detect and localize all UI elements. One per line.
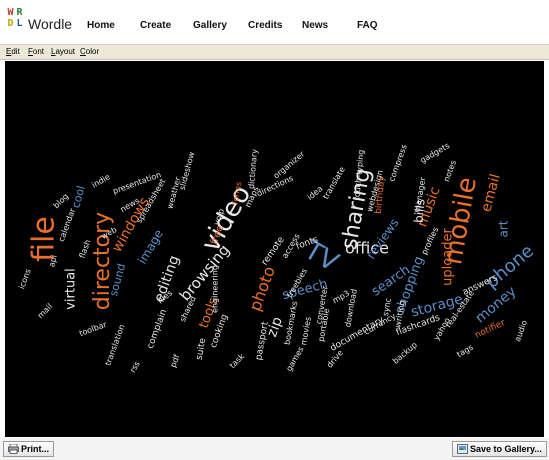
nav-credits-link[interactable]: Credits [248, 20, 282, 31]
cloud-word: idea [306, 184, 325, 202]
cloud-word: gadgets [419, 141, 452, 165]
cloud-word: profiles [420, 226, 441, 256]
cloud-word: compress [387, 143, 409, 182]
word-cloud-canvas[interactable]: file directory video sharing mobile phone offi… [5, 61, 544, 437]
cloud-word: blog [52, 192, 71, 211]
cloud-word: uploader [441, 228, 456, 286]
cloud-word: tags [455, 343, 474, 359]
cloud-word: games [284, 345, 305, 373]
cloud-word: suite [195, 337, 209, 361]
cloud-word: engineering [211, 265, 220, 313]
nav-create-link[interactable]: Create [140, 20, 171, 31]
cloud-word: passport [254, 321, 271, 362]
applet-menu-bar: Edit Font Layout Color [0, 44, 549, 60]
menu-layout-label: ayout [55, 47, 76, 56]
cloud-word: movies [299, 316, 313, 346]
menu-font-label: ont [32, 47, 45, 56]
printer-icon [8, 443, 19, 454]
menu-edit[interactable]: Edit [6, 47, 20, 56]
cloud-word: art [497, 220, 511, 237]
brand-name[interactable]: Wordle [28, 16, 72, 32]
save-to-gallery-button[interactable]: Save to Gallery... [452, 441, 547, 457]
cloud-word: browsing [176, 241, 233, 305]
cloud-word: bookmarks [283, 300, 300, 345]
word-cloud: file directory video sharing mobilephoneoffi… [17, 141, 538, 375]
nav-gallery-link[interactable]: Gallery [193, 20, 227, 31]
cloud-word: pdf [169, 353, 182, 368]
save-to-gallery-label: Save to Gallery... [470, 444, 542, 454]
cloud-word: rss [128, 360, 142, 375]
menu-font[interactable]: Font [28, 47, 44, 56]
menu-layout[interactable]: Layout [51, 47, 75, 56]
print-button[interactable]: Print... [3, 441, 55, 457]
logo-letter-r: R [16, 7, 23, 18]
top-navigation-bar: WR DL Wordle Home Create Gallery Credits… [0, 0, 549, 40]
nav-faq-link[interactable]: FAQ [357, 20, 378, 31]
cloud-word: task [228, 352, 247, 371]
cloud-word: icons [17, 268, 33, 291]
cloud-word: mail [36, 302, 54, 320]
cloud-word: video [196, 180, 257, 257]
nav-news-link[interactable]: News [302, 20, 328, 31]
logo-letter-l: L [16, 18, 23, 29]
logo-letter-d: D [7, 18, 14, 29]
cloud-word: translate [321, 165, 347, 201]
cloud-word: shared [178, 295, 198, 324]
wordle-logo[interactable]: WR DL [6, 7, 26, 33]
cloud-word: photo [245, 264, 279, 314]
gallery-save-icon [457, 444, 468, 454]
cloud-word: translation [103, 323, 126, 366]
cloud-word: drive [325, 348, 345, 369]
cloud-word: slideshow [178, 150, 197, 191]
cloud-word: audio [513, 319, 529, 343]
cloud-word: birthday [374, 175, 387, 214]
cloud-word: backup [391, 340, 419, 365]
cloud-word: complain [146, 308, 169, 350]
cloud-word: api [47, 254, 59, 268]
logo-letter-w: W [7, 7, 14, 18]
cloud-word: email [478, 172, 503, 213]
menu-color-label: olor [85, 47, 100, 56]
cloud-word: image [135, 227, 166, 266]
cloud-word: indie [90, 172, 111, 190]
cloud-word: cool [69, 184, 87, 209]
print-button-label: Print... [21, 444, 50, 454]
cloud-word: toolbar [78, 320, 108, 338]
nav-home-link[interactable]: Home [87, 20, 115, 31]
menu-edit-label: dit [11, 47, 20, 56]
menu-color[interactable]: Color [80, 47, 99, 56]
cloud-word: virtual [64, 268, 79, 310]
cloud-word: dictionary [247, 148, 259, 189]
